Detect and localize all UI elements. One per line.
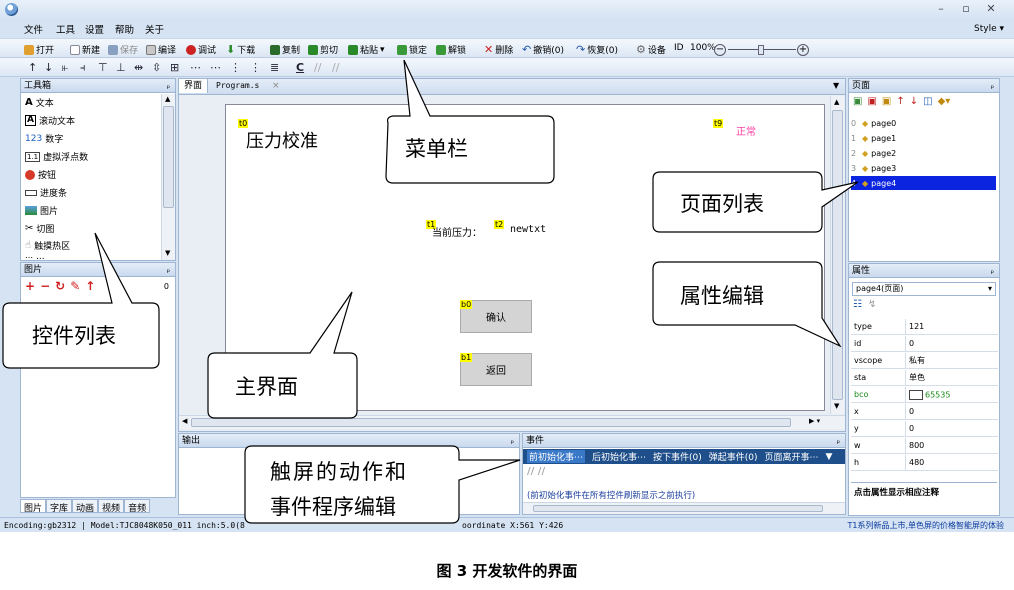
callout-layer (2, 59, 859, 524)
callout-events-text-2: 事件程序编辑 (270, 495, 396, 519)
callout-main-text: 主界面 (235, 375, 298, 399)
callout-events-text-1: 触屏的动作和 (270, 460, 408, 484)
callout-pagelist-text: 页面列表 (680, 192, 764, 216)
callout-widgets-text: 控件列表 (32, 324, 116, 348)
callout-menubar-text: 菜单栏 (405, 137, 468, 161)
callout-propedit-text: 属性编辑 (680, 284, 764, 308)
figure-caption: 图 3 开发软件的界面 (436, 562, 578, 580)
callout-menubar-bubble (385, 59, 555, 184)
